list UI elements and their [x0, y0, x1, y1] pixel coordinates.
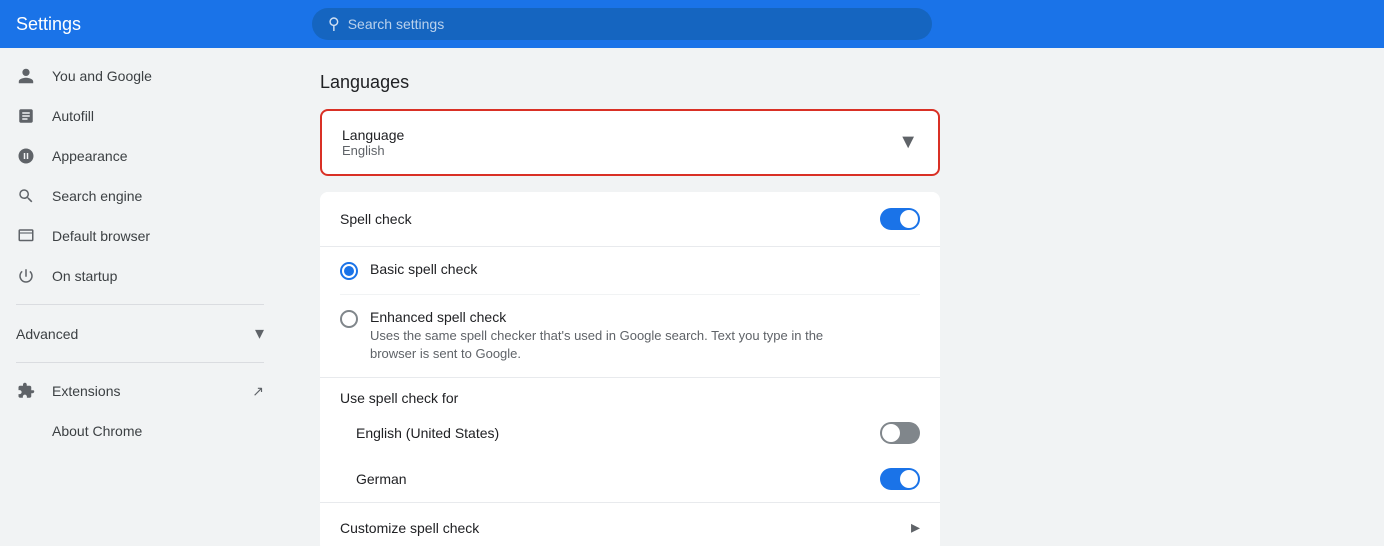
appearance-icon [16, 146, 36, 166]
sidebar-label-search-engine: Search engine [52, 188, 142, 204]
sidebar-label-autofill: Autofill [52, 108, 94, 124]
spell-check-toggle[interactable] [880, 208, 920, 230]
radio-enhanced-sublabel: Uses the same spell checker that's used … [370, 327, 870, 363]
search-input[interactable] [348, 16, 916, 32]
extensions-label: Extensions [52, 383, 120, 399]
toggle-thumb-german [900, 470, 918, 488]
use-spell-check-section: Use spell check for [320, 378, 940, 410]
sidebar-item-extensions[interactable]: Extensions ↗ [0, 371, 280, 411]
search-icon: ⚲ [328, 14, 340, 34]
languages-section-title: Languages [320, 72, 1344, 93]
spell-lang-german-label: German [356, 471, 407, 487]
default-browser-icon [16, 226, 36, 246]
spell-check-label: Spell check [340, 211, 412, 227]
german-spell-toggle[interactable] [880, 468, 920, 490]
spell-lang-english-label: English (United States) [356, 425, 499, 441]
radio-basic-circle [340, 262, 358, 280]
language-value: English [342, 143, 404, 158]
about-chrome-icon [16, 421, 36, 441]
toggle-thumb-off [882, 424, 900, 442]
about-label: About Chrome [52, 423, 142, 439]
spell-check-row[interactable]: Spell check [320, 192, 940, 247]
chevron-down-icon: ▾ [255, 323, 264, 344]
language-label: Language [342, 127, 404, 143]
header: Settings ⚲ [0, 0, 1384, 48]
radio-basic-spell-check[interactable]: Basic spell check [340, 247, 920, 295]
sidebar-item-about-chrome[interactable]: About Chrome [0, 411, 264, 451]
radio-enhanced-spell-check[interactable]: Enhanced spell check Uses the same spell… [340, 295, 920, 377]
search-bar[interactable]: ⚲ [312, 8, 932, 40]
main-layout: You and Google Autofill Appearance Searc… [0, 48, 1384, 546]
sidebar-item-default-browser[interactable]: Default browser [0, 216, 264, 256]
sidebar-item-appearance[interactable]: Appearance [0, 136, 264, 176]
customize-label: Customize spell check [340, 520, 479, 536]
spell-lang-english[interactable]: English (United States) [320, 410, 940, 456]
person-icon [16, 66, 36, 86]
sidebar-divider [16, 304, 264, 305]
customize-chevron-icon: ▸ [911, 517, 920, 538]
language-selector-row[interactable]: Language English ▼ [320, 109, 940, 176]
use-spell-check-label: Use spell check for [340, 390, 920, 410]
sidebar-divider-2 [16, 362, 264, 363]
radio-enhanced-text: Enhanced spell check Uses the same spell… [370, 309, 870, 363]
language-row-text: Language English [342, 127, 404, 158]
spell-check-card: Spell check Basic spell check [320, 192, 940, 546]
toggle-track-german [880, 468, 920, 490]
sidebar-item-you-and-google[interactable]: You and Google [0, 56, 264, 96]
external-link-icon: ↗ [252, 383, 264, 400]
sidebar-label-default-browser: Default browser [52, 228, 150, 244]
spell-lang-german[interactable]: German [320, 456, 940, 502]
radio-basic-text: Basic spell check [370, 261, 477, 277]
radio-section: Basic spell check Enhanced spell check U… [320, 247, 940, 378]
settings-title: Settings [16, 14, 296, 35]
toggle-track-on [880, 208, 920, 230]
toggle-thumb [900, 210, 918, 228]
on-startup-icon [16, 266, 36, 286]
sidebar-item-search-engine[interactable]: Search engine [0, 176, 264, 216]
english-spell-toggle[interactable] [880, 422, 920, 444]
search-engine-icon [16, 186, 36, 206]
customize-spell-check-row[interactable]: Customize spell check ▸ [320, 502, 940, 546]
toggle-track-off [880, 422, 920, 444]
sidebar-item-autofill[interactable]: Autofill [0, 96, 264, 136]
sidebar-label-on-startup: On startup [52, 268, 117, 284]
sidebar-item-advanced[interactable]: Advanced ▾ [0, 313, 280, 354]
autofill-icon [16, 106, 36, 126]
language-chevron-icon: ▼ [898, 131, 918, 154]
advanced-label: Advanced [16, 326, 78, 342]
sidebar-item-on-startup[interactable]: On startup [0, 256, 264, 296]
radio-enhanced-label: Enhanced spell check [370, 309, 870, 325]
radio-enhanced-circle [340, 310, 358, 328]
sidebar: You and Google Autofill Appearance Searc… [0, 48, 280, 546]
extensions-icon [16, 381, 36, 401]
sidebar-label-you-and-google: You and Google [52, 68, 152, 84]
content-area: Languages Language English ▼ Spell check [280, 48, 1384, 546]
sidebar-label-appearance: Appearance [52, 148, 128, 164]
radio-basic-label: Basic spell check [370, 261, 477, 277]
